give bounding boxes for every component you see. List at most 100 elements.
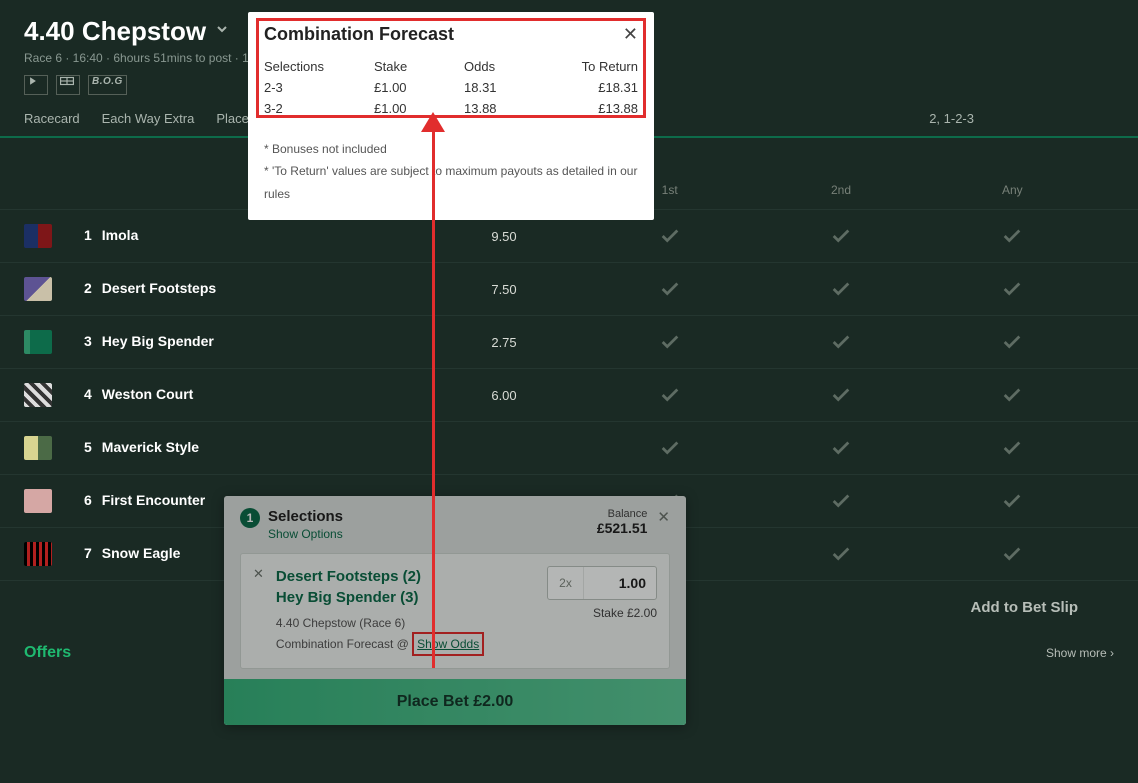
- close-icon[interactable]: ✕: [623, 24, 638, 45]
- pick-any[interactable]: [927, 331, 1098, 353]
- pick-2nd[interactable]: [755, 331, 926, 353]
- balance-value: £521.51: [597, 520, 648, 536]
- stake-input[interactable]: 2x 1.00: [547, 566, 657, 600]
- tab-123[interactable]: 2, 1-2-3: [929, 111, 974, 126]
- remove-bet-icon[interactable]: ✕: [253, 566, 264, 656]
- popup-cell-return: £18.31: [554, 78, 638, 99]
- guide-price: 2.75: [424, 335, 584, 350]
- runner-name: Snow Eagle: [102, 545, 181, 561]
- pick-any[interactable]: [927, 384, 1098, 406]
- silks-icon: [24, 383, 52, 407]
- pick-any[interactable]: [927, 278, 1098, 300]
- pick-1st[interactable]: [584, 331, 755, 353]
- bet-meta-prefix: Combination Forecast @: [276, 637, 412, 651]
- bet-item: ✕ Desert Footsteps (2) Hey Big Spender (…: [240, 553, 670, 669]
- annotation-arrow-line: [432, 120, 435, 668]
- selections-count-badge: 1: [240, 508, 260, 528]
- popup-note-2: * 'To Return' values are subject to maxi…: [264, 160, 638, 206]
- pick-2nd[interactable]: [755, 384, 926, 406]
- silks-icon: [24, 489, 52, 513]
- popup-cell-stake: £1.00: [374, 99, 464, 120]
- guide-price: 9.50: [424, 229, 584, 244]
- race-title: 4.40 Chepstow: [24, 16, 206, 47]
- runner-cell: 2 Desert Footsteps: [84, 280, 424, 298]
- pick-2nd[interactable]: [755, 490, 926, 512]
- runner-number: 7: [84, 545, 92, 561]
- combination-forecast-popup: Combination Forecast ✕ Selections Stake …: [248, 12, 654, 220]
- popup-cell-odds: 13.88: [464, 99, 554, 120]
- popup-cell-sel: 3-2: [264, 99, 374, 120]
- runner-name: Desert Footsteps: [102, 280, 216, 296]
- pick-2nd[interactable]: [755, 278, 926, 300]
- silks-icon: [24, 436, 52, 460]
- popup-col-return: To Return: [554, 59, 638, 74]
- runner-cell: 3Hey Big Spender: [84, 333, 424, 351]
- pick-any[interactable]: [927, 437, 1098, 459]
- pick-1st[interactable]: [584, 384, 755, 406]
- runner-number: 1: [84, 227, 92, 243]
- close-icon[interactable]: ✕: [657, 508, 670, 526]
- stake-multiplier: 2x: [548, 567, 584, 599]
- show-options-link[interactable]: Show Options: [268, 527, 343, 541]
- popup-cell-return: £13.88: [554, 99, 638, 120]
- betslip: 1 Selections Show Options Balance £521.5…: [224, 496, 686, 725]
- table-row: 5 Maverick Style: [0, 421, 1138, 474]
- runner-number: 2: [84, 280, 92, 296]
- tab-eachway[interactable]: Each Way Extra: [102, 111, 195, 126]
- tab-racecard[interactable]: Racecard: [24, 111, 80, 126]
- pick-any[interactable]: [927, 490, 1098, 512]
- pick-any[interactable]: [927, 225, 1098, 247]
- popup-cell-stake: £1.00: [374, 78, 464, 99]
- annotation-arrow-head: [421, 112, 445, 132]
- table-row: 2 Desert Footsteps 7.50: [0, 262, 1138, 315]
- runner-cell: 5 Maverick Style: [84, 439, 424, 457]
- runner-name: First Encounter: [102, 492, 205, 508]
- popup-data-row: 3-2£1.0013.88£13.88: [264, 99, 638, 120]
- runner-name: Maverick Style: [102, 439, 199, 455]
- pick-1st[interactable]: [584, 278, 755, 300]
- chevron-down-icon[interactable]: [214, 21, 230, 42]
- runner-number: 4: [84, 386, 92, 402]
- runner-cell: 4 Weston Court: [84, 386, 424, 404]
- table-row: 3Hey Big Spender2.75: [0, 315, 1138, 368]
- runner-number: 5: [84, 439, 92, 455]
- guide-price: 7.50: [424, 282, 584, 297]
- play-icon[interactable]: [24, 75, 48, 95]
- silks-icon: [24, 330, 52, 354]
- add-to-slip-label: Add to Bet Slip: [971, 599, 1079, 616]
- runner-name: Imola: [102, 227, 139, 243]
- runner-number: 6: [84, 492, 92, 508]
- show-odds-link[interactable]: Show Odds: [412, 632, 484, 656]
- popup-cell-odds: 18.31: [464, 78, 554, 99]
- bet-meta-type: Combination Forecast @ Show Odds: [276, 632, 484, 656]
- grid-icon[interactable]: [56, 75, 80, 95]
- pick-2nd[interactable]: [755, 225, 926, 247]
- stake-value: 1.00: [584, 575, 656, 591]
- selections-title: Selections: [268, 508, 343, 525]
- show-more-link[interactable]: Show more ›: [1046, 646, 1114, 660]
- col-any: Any: [927, 183, 1098, 197]
- col-2nd: 2nd: [755, 183, 926, 197]
- silks-icon: [24, 224, 52, 248]
- bet-runner-2: Hey Big Spender (3): [276, 587, 484, 608]
- popup-col-selections: Selections: [264, 59, 374, 74]
- pick-1st[interactable]: [584, 437, 755, 459]
- popup-data-row: 2-3£1.0018.31£18.31: [264, 78, 638, 99]
- runner-number: 3: [84, 333, 92, 349]
- table-row: 4 Weston Court 6.00: [0, 368, 1138, 421]
- pick-2nd[interactable]: [755, 437, 926, 459]
- stake-total: Stake £2.00: [547, 606, 657, 620]
- place-bet-button[interactable]: Place Bet £2.00: [224, 679, 686, 725]
- guide-price: 6.00: [424, 388, 584, 403]
- offers-label[interactable]: Offers: [24, 644, 71, 662]
- runner-name: Weston Court: [102, 386, 194, 402]
- pick-2nd[interactable]: [755, 543, 926, 565]
- silks-icon: [24, 542, 52, 566]
- pick-any[interactable]: [927, 543, 1098, 565]
- popup-col-stake: Stake: [374, 59, 464, 74]
- bet-runner-1: Desert Footsteps (2): [276, 566, 484, 587]
- popup-col-odds: Odds: [464, 59, 554, 74]
- pick-1st[interactable]: [584, 225, 755, 247]
- popup-note-1: * Bonuses not included: [264, 138, 638, 161]
- bet-meta-race: 4.40 Chepstow (Race 6): [276, 614, 484, 632]
